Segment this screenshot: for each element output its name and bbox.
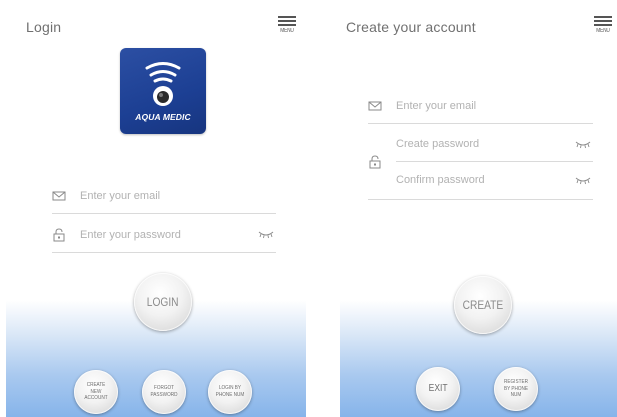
login-by-phone-label: LOGIN BY PHONE NUM — [215, 385, 245, 398]
email-field[interactable]: Enter your email — [368, 88, 593, 124]
menu-label: MENU — [280, 28, 294, 34]
menu-label: MENU — [596, 28, 610, 34]
register-by-phone-label: REGISTER BY PHONE NUM — [503, 378, 529, 399]
eye-closed-icon[interactable] — [258, 229, 274, 239]
register-by-phone-button[interactable]: REGISTER BY PHONE NUM — [494, 367, 538, 411]
exit-button-label: EXIT — [428, 382, 448, 394]
password-group: Create password Confirm password — [368, 128, 593, 200]
padlock-icon — [369, 155, 381, 169]
create-new-account-button[interactable]: CREATE NEW ACCOUNT — [74, 370, 118, 414]
envelope-icon — [368, 101, 382, 111]
screen-divider — [318, 0, 320, 417]
confirm-password-placeholder: Confirm password — [396, 174, 485, 186]
hamburger-icon — [592, 16, 614, 26]
hamburger-icon — [276, 16, 298, 26]
padlock-icon — [53, 228, 65, 242]
email-field[interactable]: Enter your email — [52, 178, 276, 214]
login-by-phone-button[interactable]: LOGIN BY PHONE NUM — [208, 370, 252, 414]
forgot-password-label: FORGOT PASSWORD — [150, 385, 178, 398]
app-logo: AQUA MEDIC — [120, 48, 206, 134]
password-placeholder: Enter your password — [80, 229, 181, 241]
email-placeholder: Enter your email — [80, 190, 161, 202]
menu-button[interactable]: MENU — [592, 14, 614, 34]
forgot-password-button[interactable]: FORGOT PASSWORD — [142, 370, 186, 414]
create-new-account-label: CREATE NEW ACCOUNT — [84, 381, 108, 402]
page-title: Create your account — [346, 19, 476, 35]
eye-closed-icon[interactable] — [575, 139, 591, 149]
create-account-screen: Create your account MENU Enter your emai… — [340, 0, 617, 417]
create-password-field[interactable]: Create password — [396, 128, 593, 162]
page-title: Login — [26, 19, 62, 35]
email-placeholder: Enter your email — [396, 100, 477, 112]
envelope-icon — [52, 191, 66, 201]
login-screen: Login MENU AQUA MEDIC Enter your email E… — [6, 0, 306, 417]
menu-button[interactable]: MENU — [276, 14, 298, 34]
eye-closed-icon[interactable] — [575, 175, 591, 185]
confirm-password-field[interactable]: Confirm password — [396, 164, 593, 198]
login-button[interactable]: LOGIN — [134, 273, 192, 331]
logo-text: AQUA MEDIC — [135, 112, 191, 122]
exit-button[interactable]: EXIT — [416, 367, 460, 411]
login-button-label: LOGIN — [147, 295, 179, 309]
password-field[interactable]: Enter your password — [52, 217, 276, 253]
create-password-placeholder: Create password — [396, 138, 480, 150]
create-button-label: CREATE — [462, 298, 504, 312]
create-button[interactable]: CREATE — [454, 276, 512, 334]
